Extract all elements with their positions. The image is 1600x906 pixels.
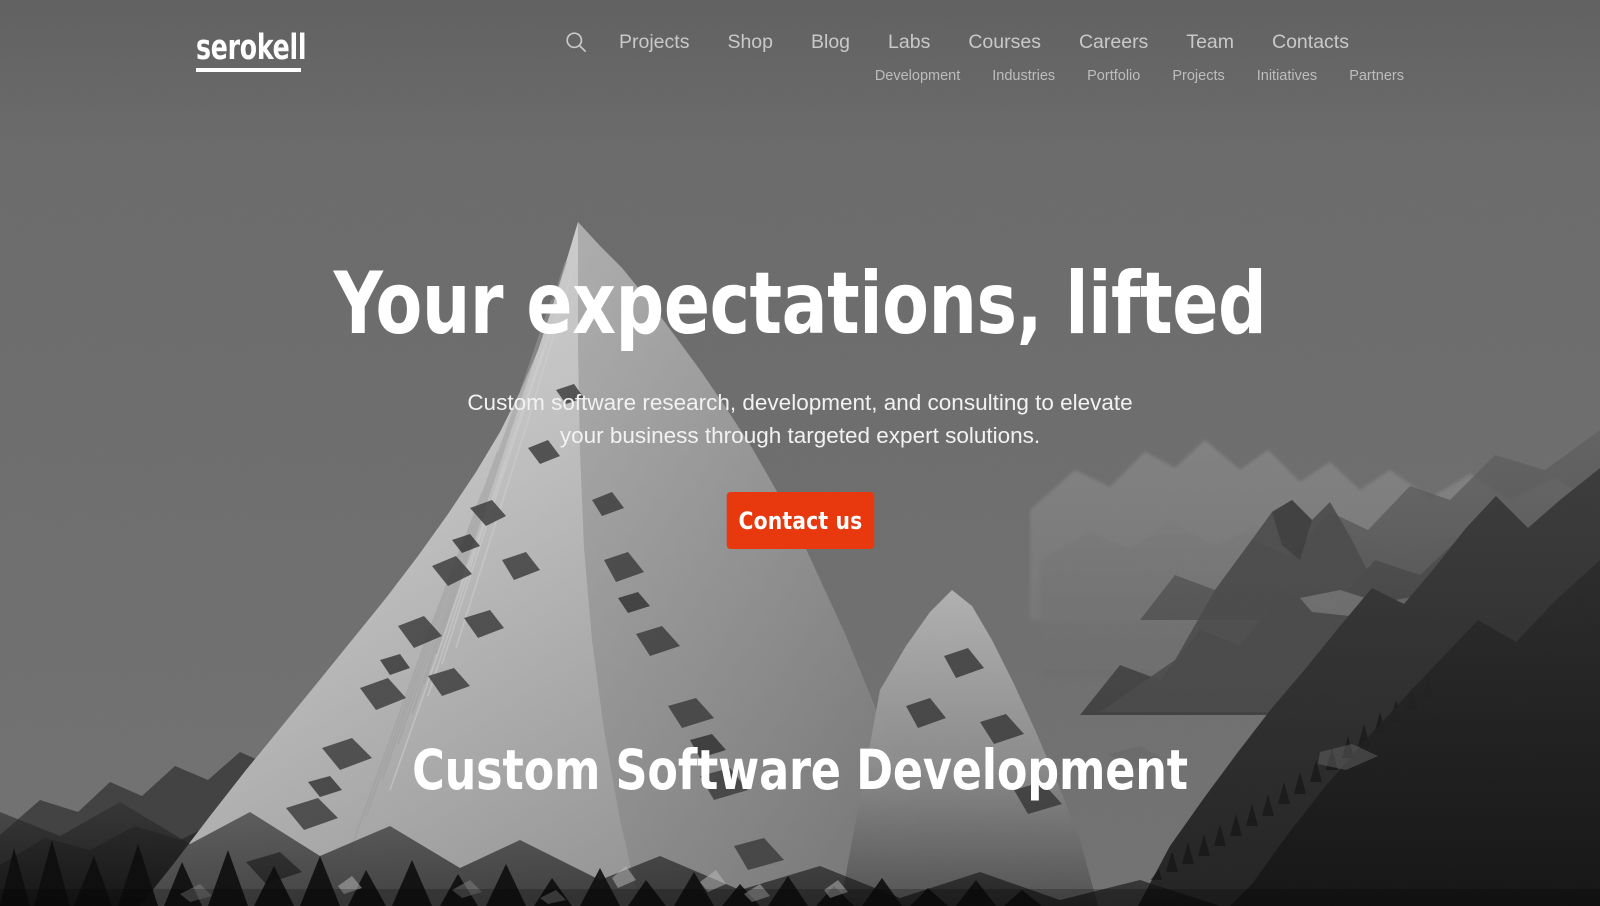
subnav-item-industries[interactable]: Industries xyxy=(976,66,1071,86)
contact-us-button[interactable]: Contact us xyxy=(726,492,874,549)
nav-item-team[interactable]: Team xyxy=(1167,28,1253,56)
logo-wordmark: serokell xyxy=(196,28,307,68)
nav-item-careers[interactable]: Careers xyxy=(1060,28,1167,56)
site-header: serokell Projects Shop Blog Labs Courses… xyxy=(0,0,1600,104)
nav-item-labs[interactable]: Labs xyxy=(869,28,949,56)
logo-underline xyxy=(196,68,301,72)
hero-subheadline: Custom software research, development, a… xyxy=(467,390,1133,448)
primary-navigation: Projects Shop Blog Labs Courses Careers … xyxy=(556,28,1368,56)
nav-item-contacts[interactable]: Contacts xyxy=(1253,28,1368,56)
hero-cta-container: Contact us xyxy=(0,492,1600,549)
nav-item-projects[interactable]: Projects xyxy=(600,28,708,56)
subnav-item-partners[interactable]: Partners xyxy=(1333,66,1404,86)
section-heading-custom-software-development: Custom Software Development xyxy=(412,738,1188,802)
subnav-item-portfolio[interactable]: Portfolio xyxy=(1071,66,1156,86)
logo-serokell[interactable]: serokell xyxy=(196,30,334,72)
secondary-navigation: Development Industries Portfolio Project… xyxy=(859,66,1404,86)
subnav-item-projects[interactable]: Projects xyxy=(1156,66,1240,86)
nav-item-shop[interactable]: Shop xyxy=(708,28,792,56)
nav-item-courses[interactable]: Courses xyxy=(949,28,1060,56)
subnav-item-initiatives[interactable]: Initiatives xyxy=(1241,66,1333,86)
search-icon[interactable] xyxy=(556,28,596,56)
subnav-item-development[interactable]: Development xyxy=(859,66,976,86)
hero-headline: Your expectations, lifted xyxy=(333,254,1267,354)
landing-page: serokell Projects Shop Blog Labs Courses… xyxy=(0,0,1600,906)
nav-item-blog[interactable]: Blog xyxy=(792,28,869,56)
